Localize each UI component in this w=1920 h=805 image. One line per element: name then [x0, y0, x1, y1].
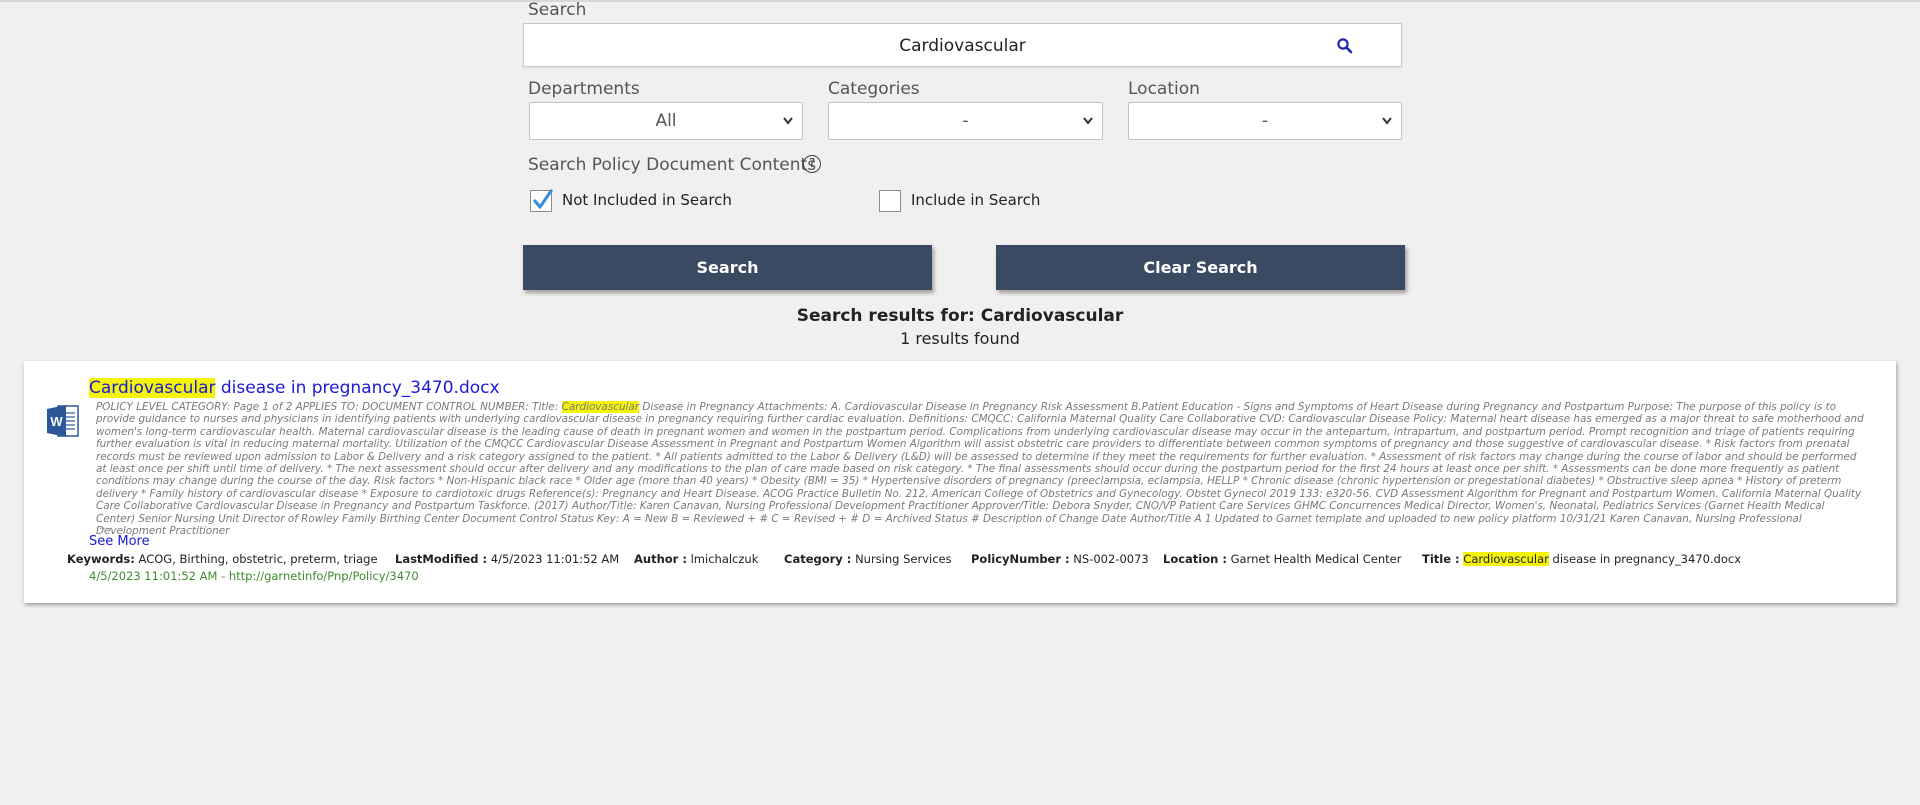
- search-label: Search: [528, 0, 587, 20]
- svg-text:W: W: [50, 414, 63, 429]
- meta-policy-number: PolicyNumber : NS-002-0073: [971, 552, 1149, 566]
- location-select[interactable]: -: [1128, 102, 1402, 140]
- chevron-down-icon: [1382, 117, 1392, 125]
- snippet-rest: Disease in Pregnancy Attachments: A. Car…: [96, 401, 1864, 538]
- meta-location-label: Location :: [1163, 552, 1227, 566]
- result-title-rest: disease in pregnancy_3470.docx: [215, 378, 500, 398]
- search-icon[interactable]: [1336, 37, 1354, 55]
- chevron-down-icon: [783, 117, 793, 125]
- results-heading-prefix: Search results for:: [796, 306, 981, 326]
- snippet-prefix: POLICY LEVEL CATEGORY: Page 1 of 2 APPLI…: [96, 401, 562, 413]
- meta-location-value: Garnet Health Medical Center: [1230, 552, 1402, 566]
- see-more-link[interactable]: See More: [89, 534, 150, 549]
- contents-label: Search Policy Document Contents: [528, 155, 817, 175]
- clear-search-button[interactable]: Clear Search: [996, 245, 1405, 290]
- result-card: W Cardiovascular disease in pregnancy_34…: [24, 361, 1896, 603]
- meta-policy-value: NS-002-0073: [1073, 552, 1149, 566]
- meta-modified: LastModified : 4/5/2023 11:01:52 AM: [395, 552, 619, 566]
- include-label: Include in Search: [911, 191, 1041, 209]
- meta-modified-value: 4/5/2023 11:01:52 AM: [490, 552, 620, 566]
- meta-category: Category : Nursing Services: [784, 552, 952, 566]
- meta-modified-label: LastModified :: [395, 552, 488, 566]
- checkmark-icon: [533, 189, 553, 209]
- meta-author: Author : lmichalczuk: [634, 552, 758, 566]
- categories-select[interactable]: -: [828, 102, 1103, 140]
- meta-location: Location : Garnet Health Medical Center: [1163, 552, 1401, 566]
- categories-value: -: [962, 111, 969, 131]
- snippet-ellipsis: .....: [96, 521, 112, 532]
- snippet-highlight: Cardiovascular: [561, 401, 640, 413]
- results-heading: Search results for: Cardiovascular: [0, 306, 1920, 326]
- search-button[interactable]: Search: [523, 245, 932, 290]
- location-value: -: [1261, 111, 1269, 131]
- meta-author-value: lmichalczuk: [690, 552, 759, 566]
- meta-title-label: Title :: [1422, 552, 1460, 566]
- departments-value: All: [655, 111, 677, 131]
- meta-category-label: Category :: [784, 552, 852, 566]
- result-title-highlight: Cardiovascular: [89, 378, 216, 398]
- word-doc-icon: W: [47, 405, 79, 437]
- meta-title-rest: disease in pregnancy_3470.docx: [1548, 552, 1742, 566]
- results-count: 1 results found: [900, 329, 1020, 348]
- meta-keywords: Keywords: ACOG, Birthing, obstetric, pre…: [67, 552, 378, 566]
- meta-policy-label: PolicyNumber :: [971, 552, 1070, 566]
- result-snippet: POLICY LEVEL CATEGORY: Page 1 of 2 APPLI…: [96, 401, 1866, 537]
- meta-author-label: Author :: [634, 552, 687, 566]
- not-included-checkbox[interactable]: [530, 189, 553, 212]
- meta-keywords-label: Keywords:: [67, 552, 135, 566]
- search-input-value[interactable]: Cardiovascular: [524, 24, 1401, 68]
- categories-label: Categories: [828, 79, 920, 99]
- result-title-link[interactable]: Cardiovascular disease in pregnancy_3470…: [89, 378, 500, 398]
- top-divider: [0, 0, 1920, 2]
- not-included-label: Not Included in Search: [562, 191, 732, 209]
- result-url-link[interactable]: 4/5/2023 11:01:52 AM - http://garnetinfo…: [89, 569, 419, 583]
- include-checkbox[interactable]: [879, 190, 901, 212]
- departments-label: Departments: [528, 79, 640, 99]
- chevron-down-icon: [1083, 117, 1093, 125]
- meta-title: Title : Cardiovascular disease in pregna…: [1422, 552, 1741, 566]
- meta-category-value: Nursing Services: [855, 552, 952, 566]
- location-label: Location: [1128, 79, 1200, 99]
- departments-select[interactable]: All: [529, 102, 803, 140]
- meta-title-highlight: Cardiovascular: [1463, 552, 1549, 566]
- results-heading-term: Cardiovascular: [980, 306, 1124, 326]
- help-icon[interactable]: ?: [803, 155, 821, 173]
- meta-keywords-value: ACOG, Birthing, obstetric, preterm, tria…: [138, 552, 378, 566]
- search-input[interactable]: Cardiovascular: [523, 23, 1402, 67]
